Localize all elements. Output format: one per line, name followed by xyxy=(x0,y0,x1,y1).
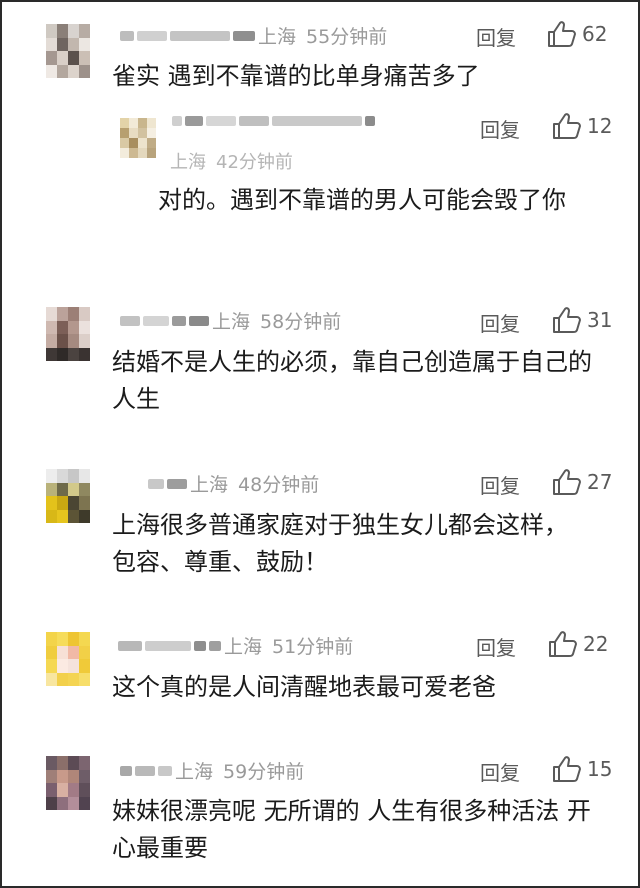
reply-button[interactable]: 回复 xyxy=(476,632,516,661)
username-blurred xyxy=(172,116,182,126)
comment-time: 58分钟前 xyxy=(260,311,342,333)
comment-time: 42分钟前 xyxy=(216,152,293,173)
username-blurred xyxy=(158,765,172,776)
username-blurred xyxy=(185,116,203,126)
thumbs-up-icon xyxy=(549,631,577,657)
like-count: 27 xyxy=(587,470,613,494)
comment-text: 妹妹很漂亮呢 无所谓的 人生有很多种活法 开心最重要 xyxy=(112,797,591,862)
thumbs-up-icon xyxy=(548,21,576,47)
comment-text: 雀实 遇到不靠谱的比单身痛苦多了 xyxy=(112,62,480,90)
comment-time: 51分钟前 xyxy=(272,636,354,658)
username-blurred xyxy=(233,30,255,41)
comment-meta xyxy=(172,116,378,126)
comment-text: 对的。遇到不靠谱的男人可能会毁了你 xyxy=(158,186,566,214)
username-blurred xyxy=(148,478,164,489)
comment-location: 上海 xyxy=(212,311,251,333)
reply-button[interactable]: 回复 xyxy=(480,470,520,499)
thumbs-up-icon xyxy=(553,113,581,139)
like-count: 12 xyxy=(587,114,613,138)
comment-list: 上海 55分钟前 回复 62 雀实 遇到不靠谱的比单身痛苦多了 上海 42分钟前… xyxy=(0,0,640,888)
comment-text: 这个真的是人间清醒地表最可爱老爸 xyxy=(112,673,496,701)
avatar[interactable] xyxy=(120,118,156,158)
comment-location: 上海 xyxy=(258,26,297,48)
username-blurred xyxy=(170,30,230,41)
username-blurred xyxy=(135,765,155,776)
reply-button[interactable]: 回复 xyxy=(480,308,520,337)
username-blurred xyxy=(272,116,362,126)
username-blurred xyxy=(120,30,134,41)
username-blurred xyxy=(137,30,167,41)
username-blurred xyxy=(120,315,140,326)
like-button[interactable]: 22 xyxy=(548,630,608,658)
comment-time: 59分钟前 xyxy=(223,761,305,783)
username-blurred xyxy=(145,640,191,651)
like-count: 62 xyxy=(582,22,608,46)
username-blurred xyxy=(206,116,236,126)
reply-button[interactable]: 回复 xyxy=(480,757,520,786)
comment-location: 上海 xyxy=(175,761,214,783)
reply-button[interactable]: 回复 xyxy=(476,22,516,51)
username-blurred xyxy=(167,478,187,489)
thumbs-up-icon xyxy=(553,756,581,782)
comment-location: 上海 xyxy=(190,474,229,496)
username-blurred xyxy=(239,116,269,126)
like-count: 22 xyxy=(583,632,609,656)
username-blurred xyxy=(120,765,132,776)
like-button[interactable]: 27 xyxy=(552,468,612,496)
comment-meta: 上海 48分钟前 xyxy=(148,470,319,497)
username-blurred xyxy=(172,315,186,326)
avatar[interactable] xyxy=(46,307,90,361)
like-button[interactable]: 62 xyxy=(547,20,607,48)
comment-meta: 上海 51分钟前 xyxy=(118,632,353,659)
thumbs-up-icon xyxy=(553,307,581,333)
avatar[interactable] xyxy=(46,632,90,686)
comment-text: 结婚不是人生的必须，靠自己创造属于自己的人生 xyxy=(112,348,592,413)
avatar[interactable] xyxy=(46,469,90,523)
avatar[interactable] xyxy=(46,24,90,78)
username-blurred xyxy=(209,640,221,651)
like-button[interactable]: 15 xyxy=(552,755,612,783)
username-blurred xyxy=(189,315,209,326)
username-blurred xyxy=(365,116,375,126)
reply-button[interactable]: 回复 xyxy=(480,114,520,143)
comment-meta: 上海 59分钟前 xyxy=(120,757,304,784)
like-count: 31 xyxy=(587,308,613,332)
comment-meta: 上海 58分钟前 xyxy=(120,307,341,334)
like-button[interactable]: 31 xyxy=(552,306,612,334)
username-blurred xyxy=(143,315,169,326)
comment-location: 上海 xyxy=(170,152,206,173)
like-count: 15 xyxy=(587,757,613,781)
comment-time: 55分钟前 xyxy=(306,26,388,48)
avatar[interactable] xyxy=(46,756,90,810)
comment-time: 48分钟前 xyxy=(238,474,320,496)
comment-text: 上海很多普通家庭对于独生女儿都会这样，包容、尊重、鼓励！ xyxy=(112,511,568,576)
thumbs-up-icon xyxy=(553,469,581,495)
username-blurred xyxy=(194,640,206,651)
comment-meta: 上海 55分钟前 xyxy=(120,22,387,49)
comment-location: 上海 xyxy=(224,636,263,658)
like-button[interactable]: 12 xyxy=(552,112,612,140)
comment-meta: 上海 42分钟前 xyxy=(170,148,293,174)
username-blurred xyxy=(118,640,142,651)
